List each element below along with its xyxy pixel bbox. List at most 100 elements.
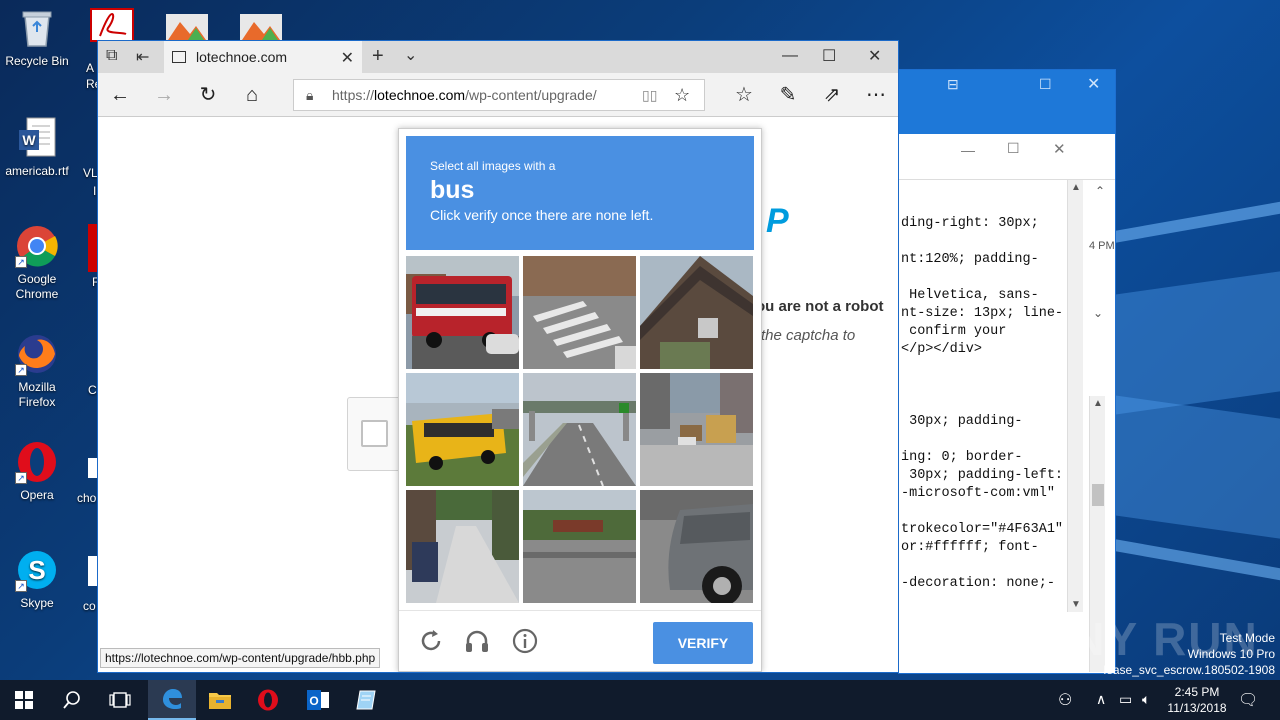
reload-icon[interactable] (417, 627, 445, 655)
chevron-up-icon[interactable]: ∧ (1096, 691, 1106, 708)
window-titlebar[interactable]: ⊟ ☐ ✕ (899, 70, 1115, 134)
desktop-icon-opera[interactable]: ↗ Opera (0, 440, 74, 503)
captcha-checkbox[interactable] (361, 420, 388, 447)
scroll-up-arrow-icon[interactable]: ▲ (1093, 398, 1103, 409)
home-icon[interactable]: ⌂ (238, 81, 266, 109)
maximize-icon[interactable]: ☐ (1007, 140, 1020, 157)
forward-arrow-icon[interactable]: → (150, 81, 178, 109)
desktop-icon-recycle-bin[interactable]: Recycle Bin (0, 6, 74, 69)
image-file-icon[interactable] (166, 14, 208, 42)
captcha-subtext: Click verify once there are none left. (430, 207, 654, 223)
desktop-icon-google-chrome[interactable]: ↗ Google Chrome (0, 224, 74, 302)
chevron-down-icon[interactable]: ⌄ (1093, 306, 1103, 320)
info-icon[interactable] (511, 627, 539, 655)
favorite-star-icon[interactable]: ☆ (674, 80, 690, 110)
captcha-tile-highway-overpass[interactable] (523, 373, 636, 486)
captcha-checkbox-widget[interactable] (347, 397, 401, 471)
scroll-down-arrow-icon[interactable]: ▼ (1071, 599, 1081, 610)
search-button[interactable] (48, 680, 96, 720)
task-view-button[interactable] (96, 680, 144, 720)
desktop-icon-skype[interactable]: S ↗ Skype (0, 548, 74, 611)
taskbar-file-explorer[interactable] (196, 680, 244, 720)
tab-preview-chevron-icon[interactable]: ⌄ (404, 45, 417, 65)
background-editor-window[interactable]: ⊟ ☐ ✕ — ☐ ✕ ding-right: 30px; nt:120%; p… (898, 69, 1116, 674)
editor-code-line: 30px; padding- (901, 414, 1023, 429)
captcha-image-grid (406, 256, 754, 604)
captcha-tile-house-roof[interactable] (640, 256, 753, 369)
captcha-tile-car-side[interactable] (640, 490, 753, 603)
editor-code-line: nt:120%; padding- (901, 252, 1039, 267)
captcha-header: Select all images with a bus Click verif… (406, 136, 754, 250)
image-file-icon[interactable] (240, 14, 282, 42)
editor-code-line (901, 557, 1063, 575)
editor-code-line (901, 503, 1063, 521)
restore-tab-icon[interactable]: ⊟ (947, 76, 959, 93)
desktop-icon-mozilla-firefox[interactable]: ↗ Mozilla Firefox (0, 332, 74, 410)
word-document-icon: W (15, 116, 59, 160)
start-button[interactable] (0, 680, 48, 720)
taskbar-notepad-app[interactable] (342, 680, 390, 720)
captcha-instruction: Select all images with a (430, 159, 556, 173)
maximize-icon[interactable]: ☐ (1039, 76, 1052, 93)
folder-icon (209, 693, 231, 709)
desktop-icon-label: Google Chrome (15, 272, 59, 301)
share-icon[interactable]: ⇗ (818, 81, 846, 109)
desktop-icon-label: Opera (20, 488, 54, 502)
new-tab-icon[interactable]: + (372, 45, 384, 68)
minimize-icon[interactable]: — (782, 47, 798, 65)
taskbar: O ⚇ ∧ ▭ 🔈︎ 2:45 PM 11/13/2018 🗨︎ (0, 680, 1280, 720)
favorites-hub-icon[interactable]: ☆ (730, 81, 758, 109)
edge-browser-window[interactable]: ⧉ ⇤ lotechnoe.com ✕ + ⌄ — ☐ ✕ ← → ↻ ⌂ 🔒︎… (97, 40, 899, 673)
task-view-icon (109, 692, 131, 708)
desktop-icon-label: Recycle Bin (5, 54, 69, 68)
captcha-tile-street-trucks[interactable] (640, 373, 753, 486)
captcha-tile-school-bus[interactable] (406, 373, 519, 486)
close-icon[interactable]: ✕ (1053, 140, 1066, 158)
desktop-icon-americab-rtf[interactable]: W americab.rtf (0, 116, 74, 179)
tabs-aside-icon[interactable]: ⧉ (106, 47, 117, 65)
svg-text:W: W (22, 132, 36, 148)
maximize-icon[interactable]: ☐ (822, 46, 836, 66)
headphones-audio-icon[interactable] (463, 627, 491, 655)
acrobat-icon[interactable] (90, 8, 134, 42)
people-icon[interactable]: ⚇ (1058, 690, 1072, 710)
taskbar-clock[interactable]: 2:45 PM 11/13/2018 (1166, 684, 1228, 716)
web-note-pen-icon[interactable]: ✎ (774, 81, 802, 109)
scroll-up-arrow-icon[interactable]: ▲ (1071, 182, 1081, 193)
taskbar-opera[interactable] (244, 680, 292, 720)
back-arrow-icon[interactable]: ← (106, 81, 134, 109)
volume-icon[interactable]: 🔈︎ (1142, 691, 1150, 708)
editor-code-line (901, 233, 1063, 251)
desktop-icon-label: americab.rtf (5, 164, 69, 178)
reading-view-icon[interactable]: ▯▯ (642, 80, 657, 110)
robot-heading: ou are not a robot (756, 298, 884, 315)
tab-bar: ⧉ ⇤ lotechnoe.com ✕ + ⌄ — ☐ ✕ (98, 41, 898, 73)
side-time-text: 4 PM (1089, 240, 1115, 252)
captcha-tile-alley-street[interactable] (406, 490, 519, 603)
browser-tab[interactable]: lotechnoe.com ✕ (164, 41, 362, 73)
close-icon[interactable]: ✕ (1087, 74, 1100, 94)
minimize-icon[interactable]: — (961, 142, 975, 158)
vertical-scrollbar[interactable]: ▲ ▼ (1067, 180, 1083, 612)
verify-button[interactable]: VERIFY (653, 622, 753, 664)
close-icon[interactable]: ✕ (868, 46, 881, 66)
chevron-up-icon[interactable]: ⌃ (1095, 184, 1105, 198)
network-icon[interactable]: ▭ (1119, 691, 1132, 708)
inner-window-titlebar[interactable]: — ☐ ✕ (899, 134, 1115, 180)
opera-icon (258, 689, 278, 711)
captcha-tile-bus-street[interactable] (406, 256, 519, 369)
taskbar-edge[interactable] (148, 680, 196, 720)
svg-text:S: S (28, 555, 45, 585)
captcha-tile-crosswalk[interactable] (523, 256, 636, 369)
action-center-icon[interactable]: 🗨︎ (1238, 690, 1258, 710)
captcha-challenge-dialog: Select all images with a bus Click verif… (398, 128, 762, 672)
scrollbar-thumb[interactable] (1092, 484, 1104, 506)
refresh-icon[interactable]: ↻ (194, 81, 222, 109)
captcha-tile-road-trees[interactable] (523, 490, 636, 603)
more-menu-icon[interactable]: ⋯ (862, 81, 890, 109)
tab-close-icon[interactable]: ✕ (341, 48, 354, 68)
editor-code-text[interactable]: ding-right: 30px; nt:120%; padding- Helv… (901, 215, 1063, 593)
taskbar-outlook[interactable]: O (294, 680, 342, 720)
set-tabs-aside-icon[interactable]: ⇤ (136, 47, 149, 67)
address-bar[interactable]: 🔒︎ https://lotechnoe.com/wp-content/upgr… (293, 79, 705, 111)
